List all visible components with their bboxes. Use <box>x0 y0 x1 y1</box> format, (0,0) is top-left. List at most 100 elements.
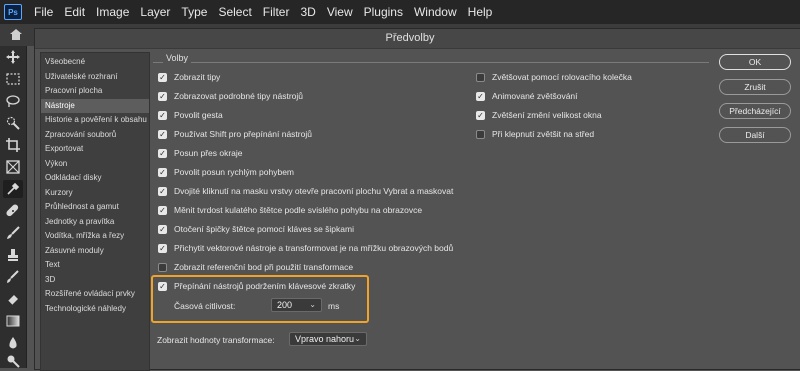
options-group-title: Volby <box>163 53 192 63</box>
menu-3d[interactable]: 3D <box>300 5 315 19</box>
ok-button[interactable]: OK <box>719 54 791 70</box>
eyedropper-tool-icon[interactable] <box>3 180 23 198</box>
checkbox-checked-icon[interactable]: ✓ <box>158 72 167 82</box>
option-brush-tip-rotation[interactable]: ✓ Otočení špičky štětce pomocí kláves se… <box>158 223 354 235</box>
quick-selection-tool-icon[interactable] <box>3 114 23 132</box>
option-zoom-clicked-point[interactable]: Při klepnutí zvětšit na střed <box>476 128 594 140</box>
option-double-click-mask[interactable]: ✓ Dvojité kliknutí na masku vrstvy otevř… <box>158 185 453 197</box>
menu-help[interactable]: Help <box>468 5 493 19</box>
checkbox-checked-icon[interactable]: ✓ <box>158 186 167 196</box>
cancel-button[interactable]: Zrušit <box>719 79 791 95</box>
preferences-sidebar: Všeobecné Uživatelské rozhraní Pracovní … <box>40 52 150 371</box>
transform-values-value: Vpravo nahoru <box>295 334 355 344</box>
menu-type[interactable]: Type <box>181 5 207 19</box>
sidebar-item-guides[interactable]: Vodítka, mřížka a řezy <box>41 229 149 243</box>
menu-view[interactable]: View <box>327 5 353 19</box>
sidebar-item-scratch-disks[interactable]: Odkládací disky <box>41 171 149 185</box>
photoshop-logo-icon: Ps <box>4 4 22 20</box>
sidebar-item-export[interactable]: Exportovat <box>41 142 149 156</box>
eraser-tool-icon[interactable] <box>3 290 23 308</box>
dialog-title: Předvolby <box>385 32 435 44</box>
sidebar-item-units[interactable]: Jednotky a pravítka <box>41 215 149 229</box>
transform-values-select[interactable]: Vpravo nahoru ⌄ <box>289 332 367 346</box>
menu-window[interactable]: Window <box>414 5 457 19</box>
sidebar-item-transparency[interactable]: Průhlednost a gamut <box>41 200 149 214</box>
checkbox-checked-icon[interactable]: ✓ <box>158 243 167 253</box>
healing-brush-tool-icon[interactable] <box>3 202 23 220</box>
preferences-dialog: Předvolby Všeobecné Uživatelské rozhraní… <box>34 28 800 371</box>
option-rich-tooltips[interactable]: ✓ Zobrazovat podrobné tipy nástrojů <box>158 90 303 102</box>
options-group-divider <box>153 62 709 63</box>
option-snap-vector[interactable]: ✓ Přichytit vektorové nástroje a transfo… <box>158 242 453 254</box>
checkbox-checked-icon[interactable]: ✓ <box>158 205 167 215</box>
next-button[interactable]: Další <box>719 127 791 143</box>
option-spring-loaded-tools[interactable]: ✓ Přepínání nástrojů podržením klávesové… <box>158 280 355 292</box>
checkbox-checked-icon[interactable]: ✓ <box>158 281 167 291</box>
sidebar-item-type[interactable]: Text <box>41 258 149 272</box>
option-show-tooltips[interactable]: ✓ Zobrazit tipy <box>158 71 220 83</box>
menu-filter[interactable]: Filter <box>263 5 290 19</box>
frame-tool-icon[interactable] <box>3 158 23 176</box>
blur-tool-icon[interactable] <box>3 334 23 352</box>
sidebar-item-workspace[interactable]: Pracovní plocha <box>41 84 149 98</box>
menu-plugins[interactable]: Plugins <box>364 5 403 19</box>
checkbox-checked-icon[interactable]: ✓ <box>158 91 167 101</box>
sensitivity-label: Časová citlivost: <box>174 301 236 311</box>
dodge-tool-icon[interactable] <box>3 352 23 370</box>
checkbox-checked-icon[interactable]: ✓ <box>158 224 167 234</box>
option-animated-zoom[interactable]: ✓ Animované zvětšování <box>476 90 578 102</box>
checkbox-checked-icon[interactable]: ✓ <box>158 129 167 139</box>
history-brush-tool-icon[interactable] <box>3 268 23 286</box>
option-brush-hardness[interactable]: ✓ Měnit tvrdost kulatého štětce podle sv… <box>158 204 422 216</box>
checkbox-checked-icon[interactable]: ✓ <box>158 167 167 177</box>
sidebar-item-plugins[interactable]: Zásuvné moduly <box>41 244 149 258</box>
checkbox-unchecked-icon[interactable] <box>476 72 485 82</box>
sensitivity-select[interactable]: 200 ⌄ <box>271 298 322 312</box>
option-zoom-resizes-windows[interactable]: ✓ Zvětšení změní velikost okna <box>476 109 602 121</box>
chevron-down-icon: ⌄ <box>309 300 316 309</box>
sidebar-item-tech-previews[interactable]: Technologické náhledy <box>41 302 149 316</box>
crop-tool-icon[interactable] <box>3 136 23 154</box>
checkbox-checked-icon[interactable]: ✓ <box>476 110 485 120</box>
sensitivity-unit: ms <box>328 301 340 311</box>
checkbox-checked-icon[interactable]: ✓ <box>476 91 485 101</box>
checkbox-checked-icon[interactable]: ✓ <box>158 148 167 158</box>
sensitivity-value: 200 <box>277 300 293 310</box>
tools-panel <box>0 46 27 368</box>
home-icon[interactable] <box>9 28 23 41</box>
checkbox-checked-icon[interactable]: ✓ <box>158 110 167 120</box>
sidebar-item-3d[interactable]: 3D <box>41 273 149 287</box>
brush-tool-icon[interactable] <box>3 224 23 242</box>
checkbox-unchecked-icon[interactable] <box>158 262 167 272</box>
chevron-down-icon: ⌄ <box>354 334 361 343</box>
option-enable-gestures[interactable]: ✓ Povolit gesta <box>158 109 223 121</box>
lasso-tool-icon[interactable] <box>3 92 23 110</box>
sidebar-item-history[interactable]: Historie a pověření k obsahu <box>41 113 149 127</box>
sidebar-item-file-handling[interactable]: Zpracování souborů <box>41 128 149 142</box>
menu-bar: Ps File Edit Image Layer Type Select Fil… <box>0 0 800 24</box>
transform-values-label: Zobrazit hodnoty transformace: <box>157 335 275 345</box>
option-zoom-scroll-wheel[interactable]: Zvětšovat pomocí rolovacího kolečka <box>476 71 632 83</box>
menu-layer[interactable]: Layer <box>140 5 170 19</box>
menu-select[interactable]: Select <box>218 5 251 19</box>
checkbox-unchecked-icon[interactable] <box>476 129 485 139</box>
option-shift-tool-switch[interactable]: ✓ Používat Shift pro přepínání nástrojů <box>158 128 312 140</box>
clone-stamp-tool-icon[interactable] <box>3 246 23 264</box>
sidebar-item-performance[interactable]: Výkon <box>41 157 149 171</box>
option-flick-panning[interactable]: ✓ Povolit posun rychlým pohybem <box>158 166 294 178</box>
previous-button[interactable]: Předcházející <box>719 103 791 119</box>
marquee-tool-icon[interactable] <box>3 70 23 88</box>
dialog-titlebar: Předvolby <box>35 29 800 49</box>
gradient-tool-icon[interactable] <box>3 312 23 330</box>
sidebar-item-tools[interactable]: Nástroje <box>41 98 149 113</box>
sidebar-item-general[interactable]: Všeobecné <box>41 55 149 69</box>
sidebar-item-interface[interactable]: Uživatelské rozhraní <box>41 70 149 84</box>
move-tool-icon[interactable] <box>3 48 23 66</box>
sidebar-item-enhanced-controls[interactable]: Rozšířené ovládací prvky <box>41 287 149 301</box>
menu-file[interactable]: File <box>34 5 53 19</box>
menu-image[interactable]: Image <box>96 5 129 19</box>
option-reference-point[interactable]: Zobrazit referenční bod při použití tran… <box>158 261 353 273</box>
sidebar-item-cursors[interactable]: Kurzory <box>41 186 149 200</box>
option-overscroll[interactable]: ✓ Posun přes okraje <box>158 147 243 159</box>
menu-edit[interactable]: Edit <box>64 5 85 19</box>
